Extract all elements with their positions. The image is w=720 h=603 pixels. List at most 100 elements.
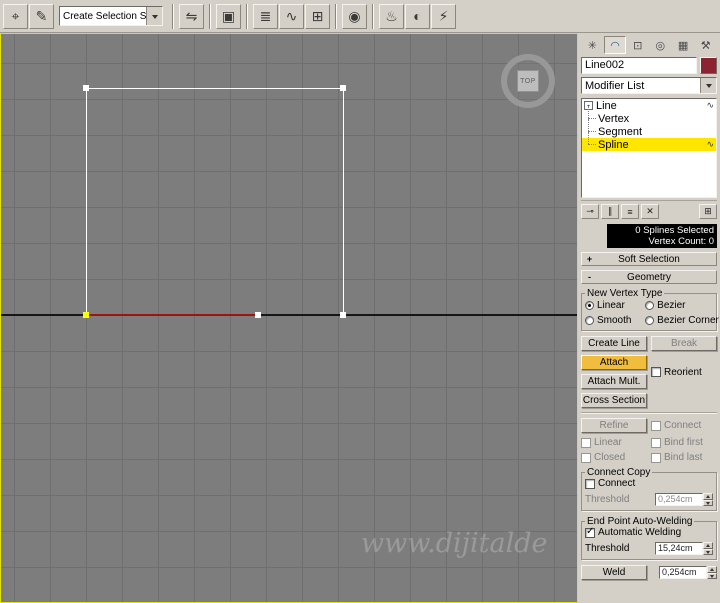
spline-edge-bottom-selected[interactable] — [86, 314, 258, 316]
new-vertex-type-group: New Vertex Type Linear Bezier Smooth Bez… — [581, 288, 719, 331]
layer-manager-icon[interactable]: ≣ — [253, 3, 278, 29]
configure-modifier-sets-icon[interactable]: ⊞ — [699, 204, 717, 219]
create-line-button[interactable]: Create Line — [581, 336, 647, 351]
spinner-down-icon[interactable] — [703, 499, 713, 506]
bind-last-checkbox[interactable]: Bind last — [651, 452, 717, 463]
viewcube-top-face[interactable]: TOP — [517, 70, 539, 92]
spline-edge-left[interactable] — [86, 88, 87, 315]
modifier-list-value: Modifier List — [585, 79, 645, 92]
reorient-checkbox[interactable]: Reorient — [651, 367, 702, 378]
modifier-stack: - Line ∿ Vertex Segment Spline ∿ — [581, 98, 717, 198]
threshold-label: Threshold — [585, 543, 630, 554]
linear-checkbox[interactable]: Linear — [581, 437, 647, 448]
rollout-geometry[interactable]: - Geometry — [581, 270, 717, 284]
tab-hierarchy-icon[interactable]: ⊡ — [626, 36, 649, 54]
break-button[interactable]: Break — [651, 336, 717, 351]
connect-copy-threshold-spinner[interactable]: 0,254cm — [655, 493, 713, 506]
modifier-list-dropdown[interactable]: Modifier List — [581, 77, 717, 94]
spinner-down-icon[interactable] — [703, 548, 713, 555]
radio-bezier[interactable]: Bezier — [645, 300, 713, 311]
rendered-frame-window-icon[interactable]: ◐ — [405, 3, 430, 29]
end-point-auto-welding-group: End Point Auto-Welding Automatic Welding… — [581, 516, 717, 560]
material-editor-icon[interactable]: ◉ — [342, 3, 367, 29]
radio-label: Bezier — [657, 300, 686, 311]
pin-stack-icon[interactable]: ⊸ — [581, 204, 599, 219]
viewcube-label: TOP — [520, 77, 536, 85]
refine-button[interactable]: Refine — [581, 418, 647, 433]
attach-button[interactable]: Attach — [581, 355, 647, 370]
spinner-down-icon[interactable] — [707, 572, 717, 579]
weld-button[interactable]: Weld — [581, 565, 647, 580]
spline-edge-top[interactable] — [86, 88, 344, 89]
toolbar-separator — [209, 3, 211, 29]
stack-row-line[interactable]: - Line ∿ — [582, 99, 716, 112]
vertex-bottom-left-selected[interactable] — [83, 312, 89, 318]
stack-row-vertex[interactable]: Vertex — [582, 106, 716, 125]
stack-row-label: Segment — [598, 125, 643, 138]
weld-threshold-spinner[interactable]: 15,24cm — [655, 542, 713, 555]
divider — [581, 412, 717, 414]
cross-section-button[interactable]: Cross Section — [581, 393, 647, 408]
object-color-swatch[interactable] — [700, 57, 717, 74]
checkbox-label: Bind last — [664, 452, 703, 463]
tab-motion-icon[interactable]: ◎ — [649, 36, 672, 54]
schematic-view-icon[interactable]: ⊞ — [305, 3, 330, 29]
radio-linear[interactable]: Linear — [585, 300, 645, 311]
checkbox-label: Reorient — [664, 366, 702, 378]
attach-mult-button[interactable]: Attach Mult. — [581, 374, 647, 389]
stack-row-label: Spline — [598, 138, 629, 151]
vertex-bottom-middle[interactable] — [255, 312, 261, 318]
radio-icon — [645, 301, 655, 310]
tab-display-icon[interactable]: ▦ — [672, 36, 695, 54]
remove-modifier-icon[interactable]: ✕ — [641, 204, 659, 219]
named-selection-sets-value: Create Selection Se — [63, 10, 146, 22]
mirror-icon[interactable]: ⇋ — [179, 3, 204, 29]
spinner-value[interactable]: 0,254cm — [655, 493, 703, 506]
quick-render-icon[interactable]: ⚡ — [431, 3, 456, 29]
top-viewport[interactable]: TOP www.dijitalde — [0, 33, 578, 603]
weld-value-spinner[interactable]: 0,254cm — [659, 566, 717, 579]
selection-status: 0 Splines Selected Vertex Count: 0 — [607, 224, 717, 248]
connect-copy-checkbox[interactable]: Connect — [585, 478, 713, 489]
radio-label: Smooth — [597, 315, 632, 326]
refine-connect-checkbox[interactable]: Connect — [651, 420, 717, 431]
bind-first-checkbox[interactable]: Bind first — [651, 437, 717, 448]
dropdown-arrow-icon[interactable] — [146, 7, 162, 25]
radio-bezier-corner[interactable]: Bezier Corner — [645, 315, 719, 326]
named-selection-sets-dropdown[interactable]: Create Selection Se — [59, 6, 163, 26]
toolbar-separator — [372, 3, 374, 29]
spline-edge-right[interactable] — [343, 88, 344, 315]
spinner-value[interactable]: 0,254cm — [659, 566, 707, 579]
tab-modify-icon[interactable]: ◠ — [603, 36, 627, 54]
vertex-bottom-right[interactable] — [340, 312, 346, 318]
viewcube[interactable]: TOP — [501, 54, 555, 108]
object-name-field[interactable]: Line002 — [581, 57, 697, 74]
toolbar-separator — [172, 3, 174, 29]
automatic-welding-checkbox[interactable]: Automatic Welding — [585, 526, 713, 538]
vertex-top-left[interactable] — [83, 85, 89, 91]
checkbox-label: Automatic Welding — [598, 527, 682, 538]
radio-icon — [645, 316, 655, 325]
checkbox-icon — [585, 478, 595, 489]
edit-named-selection-sets-icon[interactable]: ✎ — [29, 3, 54, 29]
closed-checkbox[interactable]: Closed — [581, 452, 647, 463]
vertex-top-right[interactable] — [340, 85, 346, 91]
spinner-value[interactable]: 15,24cm — [655, 542, 703, 555]
render-setup-icon[interactable]: ♨ — [379, 3, 404, 29]
checkbox-icon — [581, 437, 591, 448]
checkbox-label: Closed — [594, 452, 626, 463]
curve-editor-icon[interactable]: ∿ — [279, 3, 304, 29]
stack-row-spline-selected[interactable]: Spline ∿ — [582, 132, 716, 151]
rollout-label: Soft Selection — [618, 253, 680, 265]
align-icon[interactable]: ▣ — [216, 3, 241, 29]
command-panel-tabs: ✳ ◠ ⊡ ◎ ▦ ⚒ — [581, 36, 717, 54]
rollout-soft-selection[interactable]: + Soft Selection — [581, 252, 717, 266]
tab-create-icon[interactable]: ✳ — [581, 36, 604, 54]
make-unique-icon[interactable]: ≡ — [621, 204, 639, 219]
dropdown-arrow-icon[interactable] — [700, 78, 716, 93]
select-and-manipulate-icon[interactable]: ⌖ — [3, 3, 28, 29]
radio-smooth[interactable]: Smooth — [585, 315, 645, 326]
stack-row-segment[interactable]: Segment — [582, 119, 716, 138]
show-end-result-icon[interactable]: ∥ — [601, 204, 619, 219]
tab-utilities-icon[interactable]: ⚒ — [694, 36, 717, 54]
